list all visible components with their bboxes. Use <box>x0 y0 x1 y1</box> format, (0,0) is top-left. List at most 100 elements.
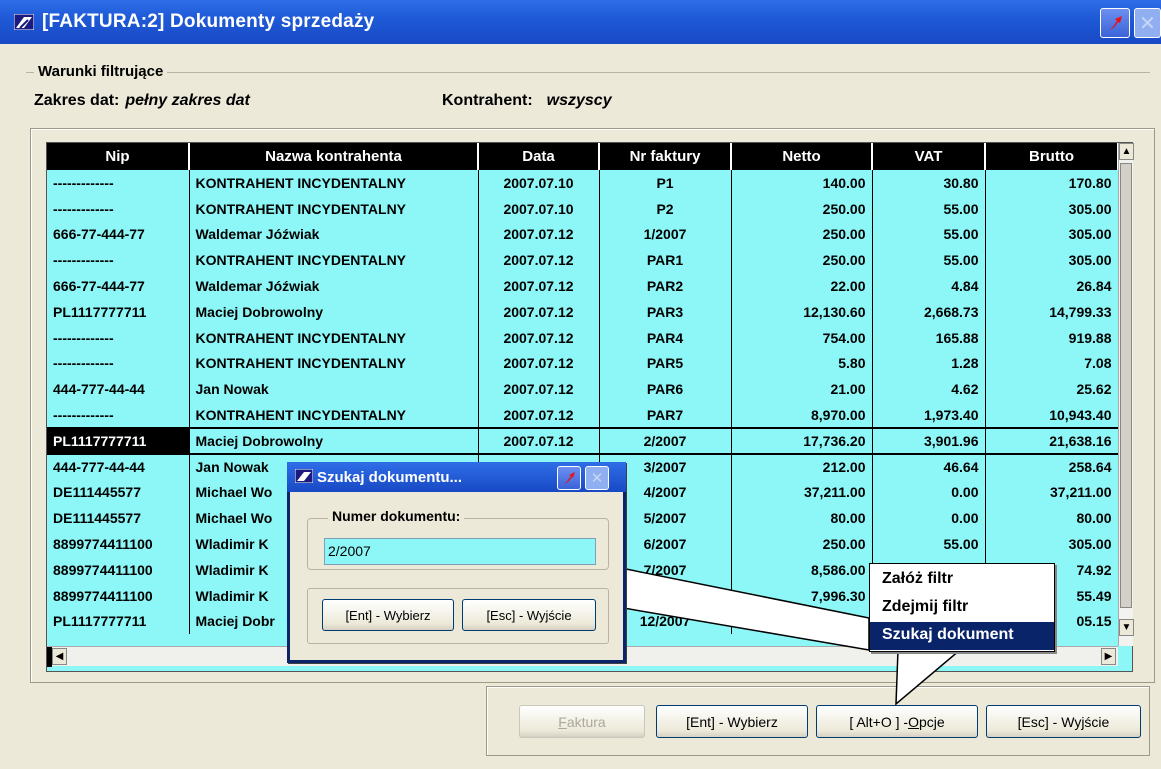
faktura-button[interactable]: Faktura <box>519 705 645 738</box>
cell-vat: 55.00 <box>872 221 986 248</box>
cell-vat: 4.84 <box>872 273 986 299</box>
cell-net: 250.00 <box>731 247 873 274</box>
cell-nip: 444-777-44-44 <box>47 453 190 480</box>
arrow-right-icon: ▶ <box>1104 651 1113 662</box>
table-row[interactable]: ------------- KONTRAHENT INCYDENTALNY 2007… <box>47 402 1119 428</box>
date-range-value: pełny zakres dat <box>125 92 250 109</box>
contractor-label: Kontrahent: <box>442 92 533 109</box>
arrow-up-icon: ▲ <box>1121 146 1132 157</box>
cell-invoice-no: PAR2 <box>599 273 732 299</box>
cell-vat: 0.00 <box>872 505 986 532</box>
scroll-down-button[interactable]: ▼ <box>1119 619 1134 636</box>
col-header-name[interactable]: Nazwa kontrahenta <box>189 143 479 170</box>
cell-gross: 21,638.16 <box>985 426 1119 455</box>
cell-date: 2007.07.12 <box>478 426 600 455</box>
cell-nip: 666-77-444-77 <box>47 221 190 248</box>
options-prefix: [ Alt+O ] - <box>849 713 909 730</box>
col-header-invoice-no[interactable]: Nr faktury <box>599 143 732 170</box>
document-number-input[interactable]: 2/2007 <box>324 538 596 565</box>
menu-item-find-document[interactable]: Szukaj dokument <box>870 622 1054 650</box>
cell-date: 2007.07.12 <box>478 298 600 325</box>
date-range-label: Zakres dat: <box>34 92 120 109</box>
table-row[interactable]: ------------- KONTRAHENT INCYDENTALNY 2007… <box>47 170 1119 196</box>
scroll-thumb[interactable] <box>1120 163 1132 608</box>
cell-invoice-no: 2/2007 <box>599 426 732 455</box>
col-header-net[interactable]: Netto <box>731 143 873 170</box>
dialog-help-button[interactable] <box>557 466 581 490</box>
cell-gross: 170.80 <box>985 170 1119 196</box>
cell-gross: 919.88 <box>985 324 1119 351</box>
cell-invoice-no: PAR6 <box>599 376 732 403</box>
scroll-left-button[interactable]: ◀ <box>52 648 67 665</box>
table-row[interactable]: PL1117777711 Maciej Dobrowolny 2007.07.12 2… <box>47 426 1119 455</box>
table-row[interactable]: ------------- KONTRAHENT INCYDENTALNY 2007… <box>47 195 1119 222</box>
header-row: Nip Nazwa kontrahenta Data Nr faktury Ne… <box>47 143 1119 170</box>
contractor-filter: Kontrahent: wszyscy <box>442 92 612 110</box>
cell-gross: 305.00 <box>985 221 1119 248</box>
col-header-date[interactable]: Data <box>478 143 600 170</box>
cell-vat: 30.80 <box>872 170 986 196</box>
vertical-scrollbar[interactable]: ▲ ▼ <box>1118 143 1134 646</box>
cell-gross: 305.00 <box>985 247 1119 274</box>
menu-item-set-filter[interactable]: Załóż filtr <box>870 566 1054 594</box>
scroll-right-button[interactable]: ▶ <box>1101 648 1116 665</box>
cell-net: 250.00 <box>731 531 873 557</box>
cell-gross: 25.62 <box>985 376 1119 403</box>
dialog-close-button[interactable]: ✕ <box>585 466 609 490</box>
dialog-select-label: [Ent] - Wybierz <box>345 607 431 623</box>
cell-date: 2007.07.12 <box>478 247 600 274</box>
cell-vat: 55.00 <box>872 195 986 222</box>
options-button[interactable]: [ Alt+O ] - Opcje <box>816 705 978 738</box>
table-row[interactable]: ------------- KONTRAHENT INCYDENTALNY 2007… <box>47 247 1119 274</box>
col-header-vat[interactable]: VAT <box>872 143 986 170</box>
exit-button[interactable]: [Esc] - Wyjście <box>986 705 1141 738</box>
cell-vat: 2,668.73 <box>872 298 986 325</box>
cell-vat: 55.00 <box>872 531 986 557</box>
cell-name: KONTRAHENT INCYDENTALNY <box>189 402 479 428</box>
table-row[interactable]: ------------- KONTRAHENT INCYDENTALNY 2007… <box>47 324 1119 351</box>
dialog-exit-button[interactable]: [Esc] - Wyjście <box>462 599 596 631</box>
cell-net: 8,586.00 <box>731 556 873 583</box>
cell-date: 2007.07.12 <box>478 324 600 351</box>
select-button[interactable]: [Ent] - Wybierz <box>656 705 808 738</box>
table-row[interactable]: 666-77-444-77 Waldemar Jóźwiak 2007.07.12 1… <box>47 221 1119 248</box>
table-row[interactable]: 666-77-444-77 Waldemar Jóźwiak 2007.07.12 P… <box>47 273 1119 299</box>
date-range-filter: Zakres dat: pełny zakres dat <box>34 92 250 110</box>
cell-name: Waldemar Jóźwiak <box>189 221 479 248</box>
cell-invoice-no: PAR4 <box>599 324 732 351</box>
close-button[interactable]: ✕ <box>1134 8 1161 38</box>
cell-nip: 8899774411100 <box>47 531 190 557</box>
col-header-gross[interactable]: Brutto <box>985 143 1119 170</box>
cell-net: 12,130.60 <box>731 298 873 325</box>
cell-nip: 444-777-44-44 <box>47 376 190 403</box>
cell-net: 250.00 <box>731 195 873 222</box>
cell-invoice-no: P1 <box>599 170 732 196</box>
cell-gross: 305.00 <box>985 531 1119 557</box>
cell-nip: DE111445577 <box>47 505 190 532</box>
help-button[interactable] <box>1100 8 1130 38</box>
cell-nip: 8899774411100 <box>47 582 190 609</box>
arrow-left-icon: ◀ <box>55 651 64 662</box>
cell-invoice-no: P2 <box>599 195 732 222</box>
table-row[interactable]: PL1117777711 Maciej Dobrowolny 2007.07.12 P… <box>47 298 1119 325</box>
scroll-up-button[interactable]: ▲ <box>1119 143 1134 160</box>
cell-net: 250.00 <box>731 221 873 248</box>
app-icon <box>13 13 35 33</box>
cell-nip: ------------- <box>47 350 190 377</box>
close-icon: ✕ <box>1139 12 1156 35</box>
cell-nip: ------------- <box>47 324 190 351</box>
cell-net: 754.00 <box>731 324 873 351</box>
table-row[interactable]: 444-777-44-44 Jan Nowak 2007.07.12 PAR6 21.0… <box>47 376 1119 403</box>
table-row[interactable]: ------------- KONTRAHENT INCYDENTALNY 2007… <box>47 350 1119 377</box>
cell-nip: PL1117777711 <box>47 608 190 635</box>
cell-name: Waldemar Jóźwiak <box>189 273 479 299</box>
dialog-exit-label: [Esc] - Wyjście <box>486 607 572 623</box>
col-header-nip[interactable]: Nip <box>47 143 190 170</box>
cell-net: 17,736.20 <box>731 426 873 455</box>
options-menu: Załóż filtr Zdejmij filtr Szukaj dokumen… <box>869 563 1055 652</box>
contractor-value: wszyscy <box>546 92 612 109</box>
arrow-down-icon: ▼ <box>1121 622 1132 633</box>
dialog-select-button[interactable]: [Ent] - Wybierz <box>322 599 454 631</box>
menu-item-clear-filter[interactable]: Zdejmij filtr <box>870 594 1054 622</box>
cell-nip: PL1117777711 <box>47 298 190 325</box>
